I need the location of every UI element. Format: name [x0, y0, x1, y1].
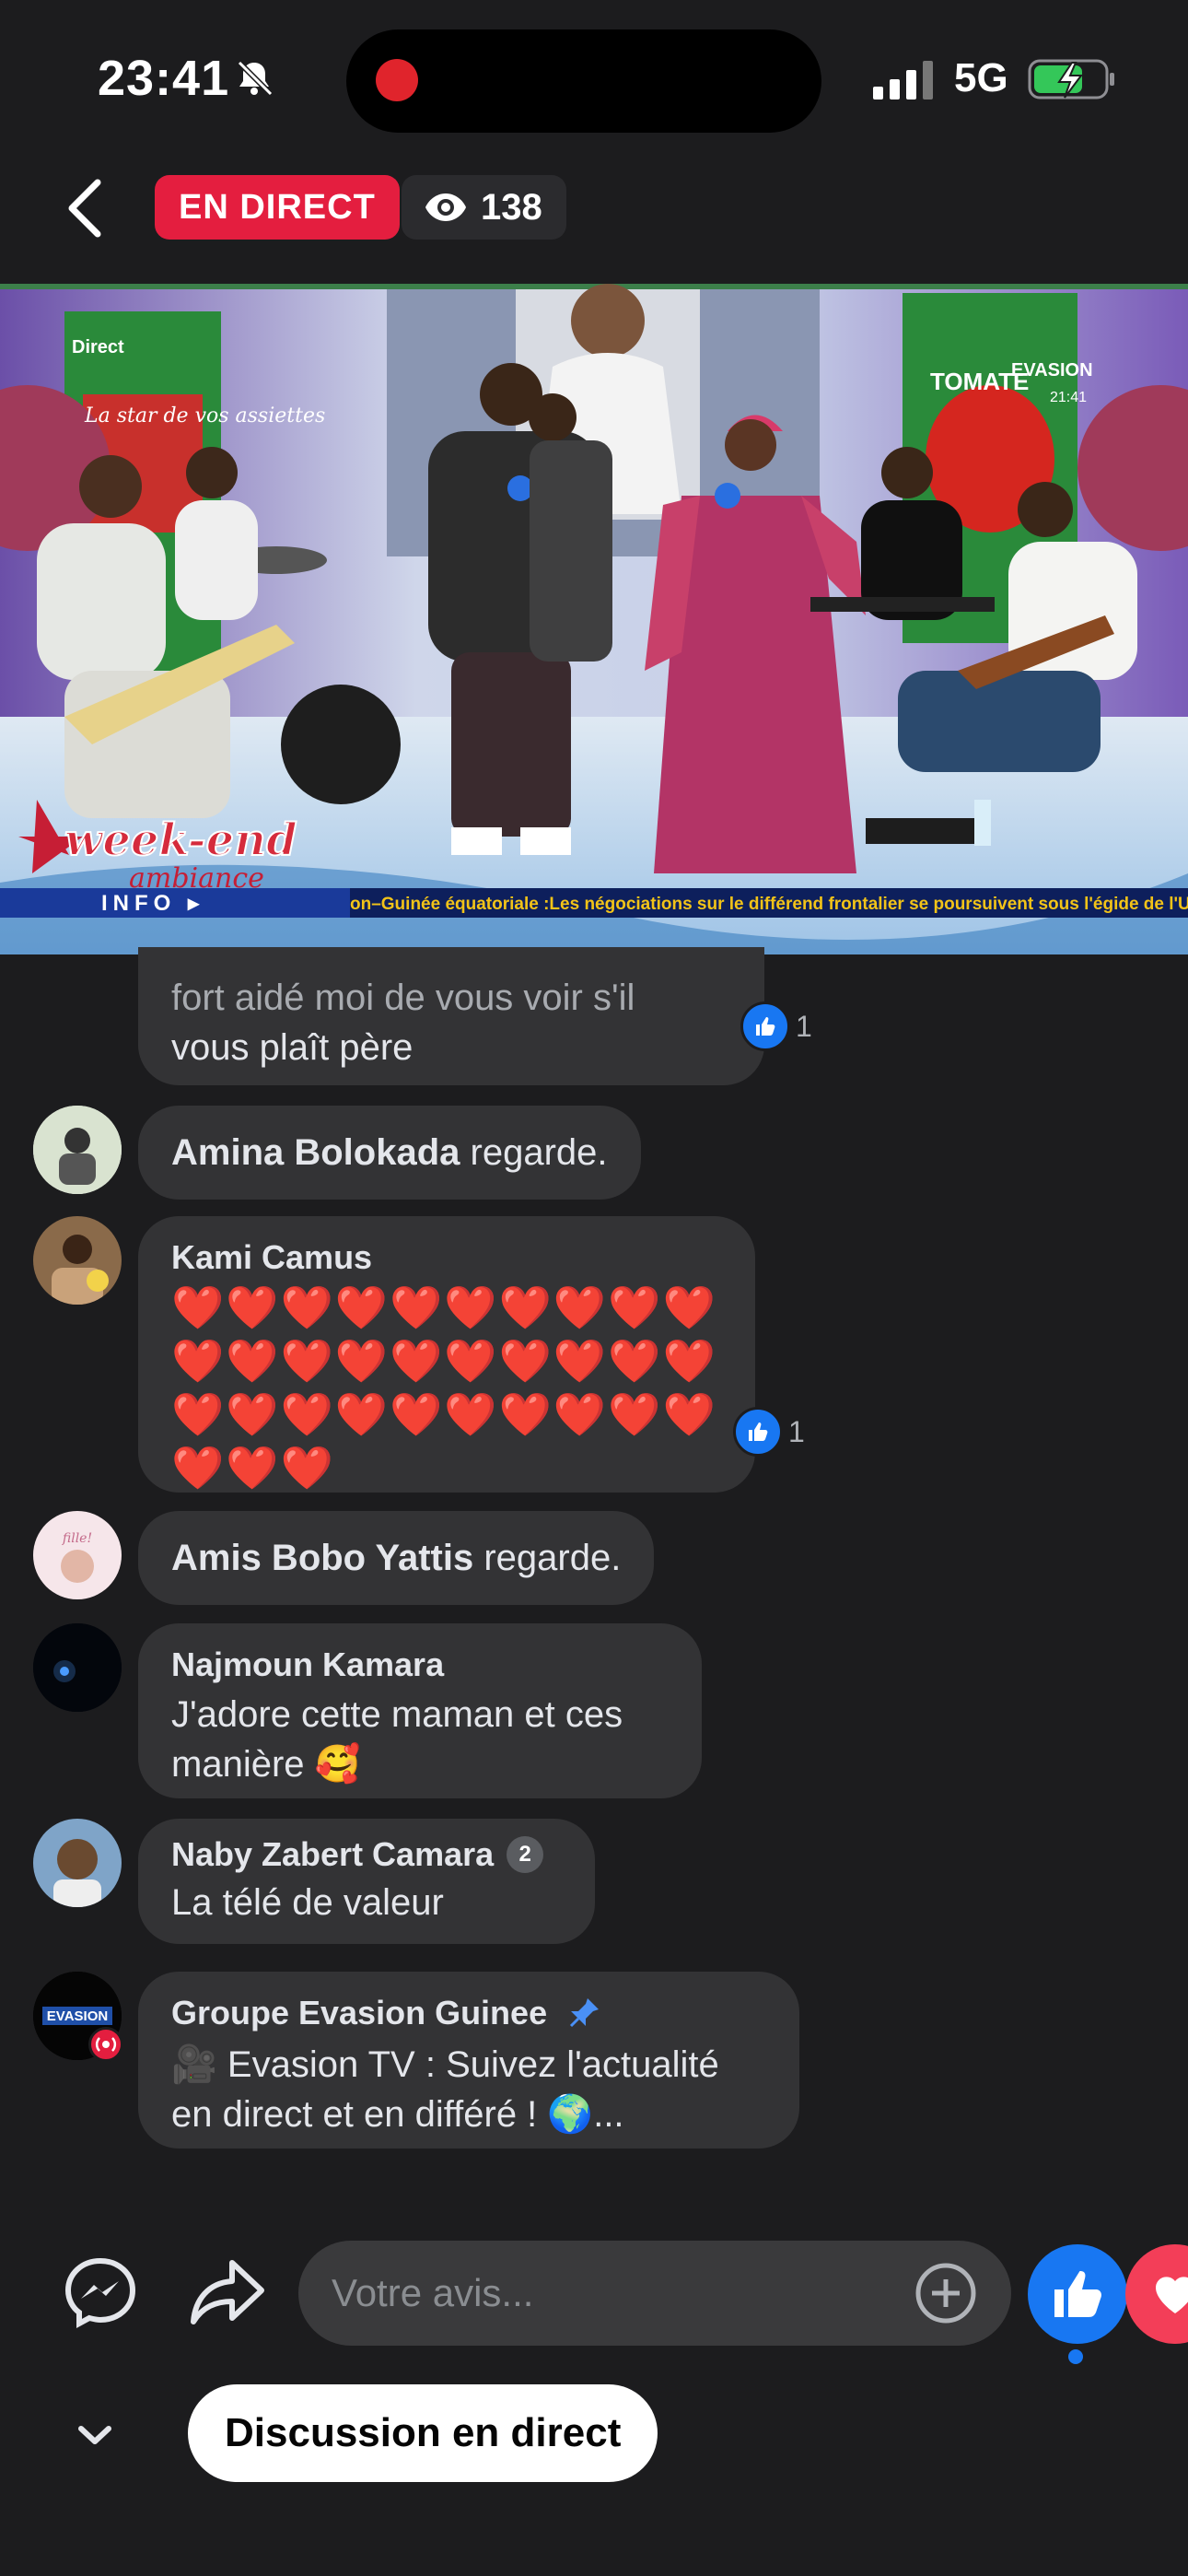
comment-bubble-pinned[interactable]: Groupe Evasion Guinee 🎥 Evasion TV : Sui… — [138, 1972, 799, 2149]
avatar[interactable] — [33, 1106, 122, 1194]
comment-input[interactable]: Votre avis... — [298, 2241, 1011, 2346]
commenter-name[interactable]: Amis Bobo Yattis — [171, 1538, 473, 1578]
thumbs-up-icon — [1054, 2271, 1101, 2317]
live-video[interactable]: week-end ambiance Direct EVASION 21:41 L… — [0, 284, 1188, 954]
network-type: 5G — [954, 55, 1008, 100]
commenter-name[interactable]: Kami Camus — [171, 1238, 722, 1277]
comment-reaction[interactable]: 1 — [733, 1406, 805, 1458]
svg-text:fille!: fille! — [62, 1531, 92, 1546]
commenter-name[interactable]: Najmoun Kamara — [171, 1645, 669, 1684]
chevron-down-icon[interactable] — [74, 2419, 116, 2451]
commenter-name[interactable]: Naby Zabert Camara — [171, 1835, 494, 1874]
pin-icon — [570, 1998, 600, 2028]
comment-bubble[interactable]: Kami Camus ❤️❤️❤️❤️❤️❤️❤️❤️❤️❤️ ❤️❤️❤️❤️… — [138, 1216, 755, 1493]
comment-text: J'adore cette maman et ces — [171, 1694, 623, 1735]
comment-bubble[interactable]: Najmoun Kamara J'adore cette maman et ce… — [138, 1623, 702, 1798]
viewer-count-value: 138 — [481, 187, 542, 228]
avatar[interactable] — [33, 1819, 122, 1907]
avatar[interactable] — [33, 1623, 122, 1712]
signal-icon — [873, 61, 933, 100]
comment-action: regarde. — [460, 1131, 608, 1173]
comment-reaction[interactable]: 1 — [740, 1001, 812, 1052]
ticker-section: INFO ▸ — [101, 891, 204, 916]
comment-text: 🎥 Evasion TV : Suivez l'actualité — [171, 2044, 719, 2085]
add-icon[interactable] — [914, 2261, 978, 2325]
commenter-name[interactable]: Amina Bolokada — [171, 1132, 460, 1173]
live-indicator-icon — [88, 2027, 123, 2062]
live-badge: EN DIRECT — [155, 175, 400, 240]
comment-text: manière 🥰 — [171, 1744, 361, 1785]
commenter-name[interactable]: Groupe Evasion Guinee — [171, 1994, 547, 2032]
comment-bubble[interactable]: Naby Zabert Camara 2 La télé de valeur — [138, 1819, 595, 1944]
comment-bubble-partial[interactable]: fort aidé moi de vous voir s'il vous pla… — [138, 947, 764, 1085]
comment-input-placeholder: Votre avis... — [332, 2271, 534, 2314]
reaction-count: 1 — [788, 1414, 805, 1448]
comment-text: vous plaît père — [171, 1027, 413, 1068]
like-reaction-icon — [740, 1001, 790, 1051]
left-banner-text: La star de vos assiettes — [84, 404, 325, 427]
like-reaction-icon — [733, 1407, 783, 1457]
heart-icon — [1156, 2277, 1188, 2313]
avatar[interactable]: fille! — [33, 1511, 122, 1599]
show-logo-title: week-end — [64, 814, 297, 866]
video-frame: week-end ambiance Direct EVASION 21:41 L… — [0, 284, 1188, 954]
comment-text: La télé de valeur — [171, 1882, 444, 1923]
fan-badge: 2 — [507, 1836, 544, 1873]
like-reaction-button[interactable] — [1028, 2244, 1127, 2344]
comment-text: ❤️❤️❤️❤️❤️❤️❤️❤️❤️❤️ ❤️❤️❤️❤️❤️❤️❤️❤️❤️❤… — [171, 1283, 717, 1492]
video-corner-label: Direct — [72, 337, 124, 357]
comment-text: en direct et en différé ! 🌍... — [171, 2094, 624, 2135]
comment-bubble[interactable]: Amis Bobo Yattis regarde. — [138, 1511, 655, 1605]
reaction-count: 1 — [796, 1009, 812, 1043]
status-bar: 23:41 5G — [0, 0, 1188, 157]
comment-action: regarde. — [473, 1537, 622, 1578]
messenger-icon[interactable] — [63, 2255, 138, 2331]
back-chevron-icon[interactable] — [61, 177, 107, 240]
live-discussion-button[interactable]: Discussion en direct — [188, 2384, 658, 2482]
bell-muted-icon — [237, 60, 274, 97]
comment-text: fort aidé moi de vous voir s'il — [171, 978, 635, 1018]
avatar-label: EVASION — [47, 2008, 108, 2024]
viewer-count: 138 — [402, 175, 566, 240]
status-time: 23:41 — [98, 51, 230, 106]
avatar[interactable] — [33, 1216, 122, 1305]
selected-indicator — [1068, 2349, 1083, 2364]
love-reaction-button[interactable] — [1125, 2244, 1188, 2344]
recording-indicator — [376, 59, 418, 101]
video-clock: 21:41 — [1050, 390, 1087, 405]
right-banner-text: TOMATE — [930, 368, 1029, 395]
comment-bubble[interactable]: Amina Bolokada regarde. — [138, 1106, 641, 1200]
eye-icon — [425, 193, 466, 221]
ticker-text: on–Guinée équatoriale :Les négociations … — [350, 895, 1188, 914]
battery-charging-icon — [1028, 59, 1114, 100]
share-icon[interactable] — [190, 2257, 265, 2329]
